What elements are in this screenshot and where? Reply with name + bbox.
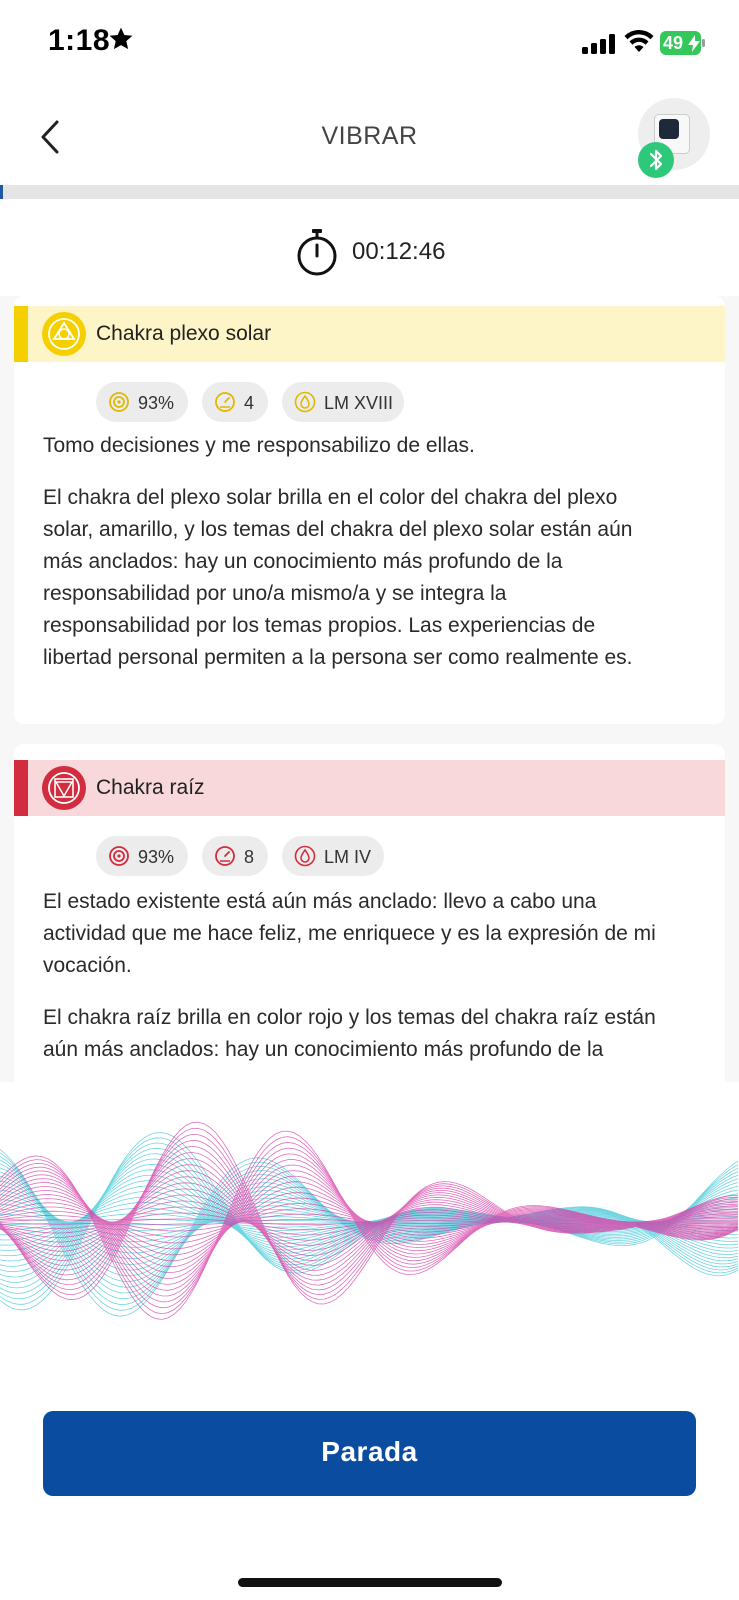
count-badge: 8 [202, 836, 268, 876]
status-time: 1:18 [48, 24, 111, 57]
app-header: VIBRAR [0, 90, 739, 185]
home-indicator [238, 1578, 502, 1587]
target-icon [109, 392, 129, 412]
root-chakra-icon [42, 766, 86, 810]
target-icon [109, 846, 129, 866]
battery-level: 49 [663, 33, 684, 53]
chakra-header: Chakra plexo solar [14, 306, 725, 362]
drop-icon [294, 391, 316, 413]
chakra-name: Chakra raíz [96, 776, 205, 799]
chakra-card-root: Chakra raíz 93% 8 LM IV El estado existe… [14, 744, 725, 1082]
gauge-icon [215, 846, 235, 866]
percent-badge: 93% [96, 382, 188, 422]
stop-button-label: Parada [321, 1436, 418, 1467]
device-button[interactable] [638, 98, 710, 178]
drop-icon [294, 845, 316, 867]
progress-track [0, 185, 739, 199]
signal-icon [582, 34, 615, 54]
percent-badge: 93% [96, 836, 188, 876]
chakra-header: Chakra raíz [14, 760, 725, 816]
stop-button[interactable]: Parada [43, 1411, 696, 1496]
chakra-description: El chakra del plexo solar brilla en el c… [43, 486, 633, 669]
bluetooth-icon [638, 142, 674, 178]
vibration-wave-visual [0, 1121, 739, 1320]
star-icon [109, 27, 133, 50]
chakra-intro: Tomo decisiones y me responsabilizo de e… [43, 434, 475, 457]
count-badge: 4 [202, 382, 268, 422]
lm-badge: LM IV [282, 836, 384, 876]
status-bar: 1:18 49 [0, 0, 739, 90]
session-timer: 00:12:46 [0, 226, 739, 280]
chakra-card-solar-plexus: Chakra plexo solar 93% 4 LM XVIII Tomo d… [14, 296, 725, 724]
page-title: VIBRAR [321, 122, 418, 150]
wifi-icon [624, 30, 654, 52]
chakra-list[interactable]: Chakra plexo solar 93% 4 LM XVIII Tomo d… [0, 296, 739, 1082]
stopwatch-icon [297, 229, 337, 276]
charging-icon [688, 35, 700, 52]
chakra-name: Chakra plexo solar [96, 322, 272, 345]
chakra-description: El chakra raíz brilla en color rojo y lo… [43, 1006, 656, 1061]
solar-plexus-chakra-icon [42, 312, 86, 356]
timer-value: 00:12:46 [352, 238, 446, 265]
gauge-icon [215, 392, 235, 412]
progress-fill [0, 185, 3, 199]
lm-badge: LM XVIII [282, 382, 404, 422]
chakra-intro: El estado existente está aún más anclado… [43, 890, 656, 977]
